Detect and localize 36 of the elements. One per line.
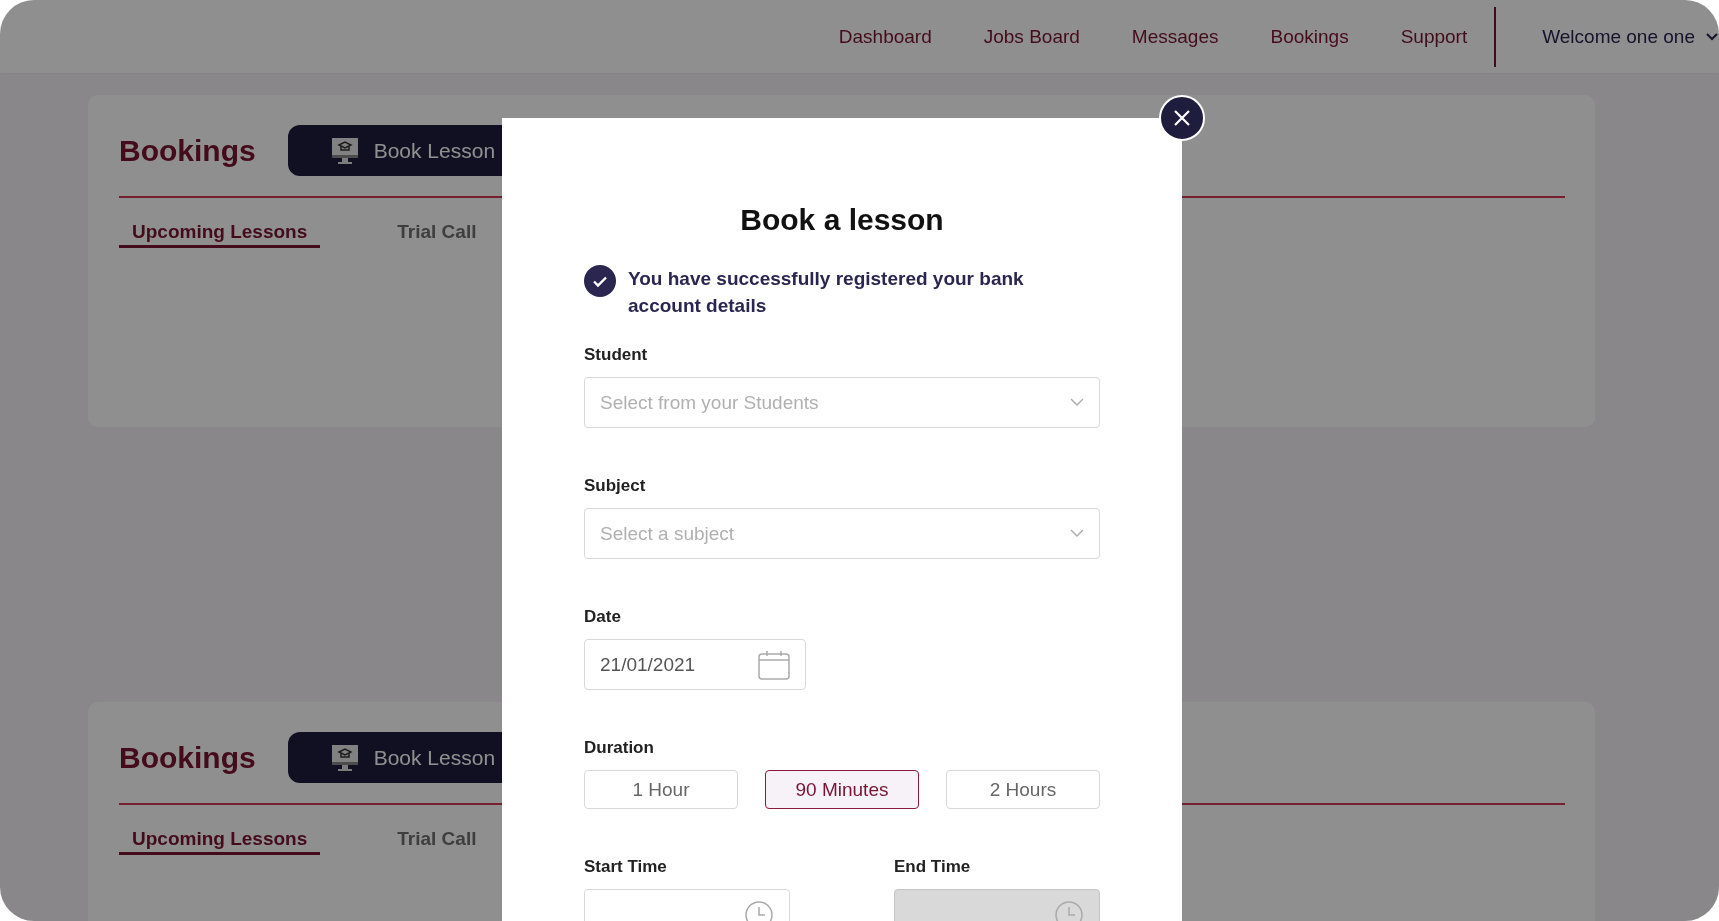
section-title: Bookings	[119, 740, 256, 775]
clock-icon	[1054, 899, 1084, 921]
nav-link[interactable]: Messages	[1131, 25, 1219, 48]
duration-option[interactable]: 1 Hour	[584, 770, 738, 809]
tab[interactable]: Trial Call	[384, 221, 490, 248]
field-label: Subject	[584, 476, 647, 496]
chevron-down-icon	[1070, 529, 1084, 538]
clock-icon	[744, 899, 774, 921]
close-icon	[1173, 109, 1191, 127]
nav-link[interactable]: Bookings	[1270, 25, 1349, 48]
tab[interactable]: Upcoming Lessons	[119, 828, 321, 855]
field-label: Duration	[584, 738, 655, 758]
calendar-icon	[758, 649, 790, 680]
monitor-icon	[329, 742, 360, 773]
check-circle-icon	[584, 265, 616, 297]
date-field[interactable]: 21/01/2021	[584, 639, 806, 690]
nav-link[interactable]: Jobs Board	[983, 25, 1080, 48]
field-label: End Time	[894, 857, 972, 877]
monitor-icon	[329, 135, 360, 166]
section-title: Bookings	[119, 133, 256, 168]
placeholder-text: Select from your Students	[600, 391, 819, 414]
placeholder-text: Select a subject	[600, 522, 735, 545]
user-greeting[interactable]: Welcome one one	[1542, 25, 1695, 48]
nav-link[interactable]: Support	[1400, 25, 1468, 48]
field-label: Student	[584, 345, 649, 365]
dialog-title: Book a lesson	[739, 203, 945, 237]
duration-option[interactable]: 90 Minutes	[765, 770, 919, 809]
tab[interactable]: Upcoming Lessons	[119, 221, 321, 248]
duration-option[interactable]: 2 Hours	[946, 770, 1100, 809]
success-message: You have successfully registered your bank account details	[628, 267, 1025, 318]
nav-link[interactable]: Dashboard	[838, 25, 932, 48]
date-value: 21/01/2021	[600, 653, 696, 676]
tab[interactable]: Trial Call	[384, 828, 490, 855]
field-label: Start Time	[584, 857, 668, 877]
chevron-down-icon	[1070, 398, 1084, 407]
field-label: Date	[584, 607, 622, 627]
